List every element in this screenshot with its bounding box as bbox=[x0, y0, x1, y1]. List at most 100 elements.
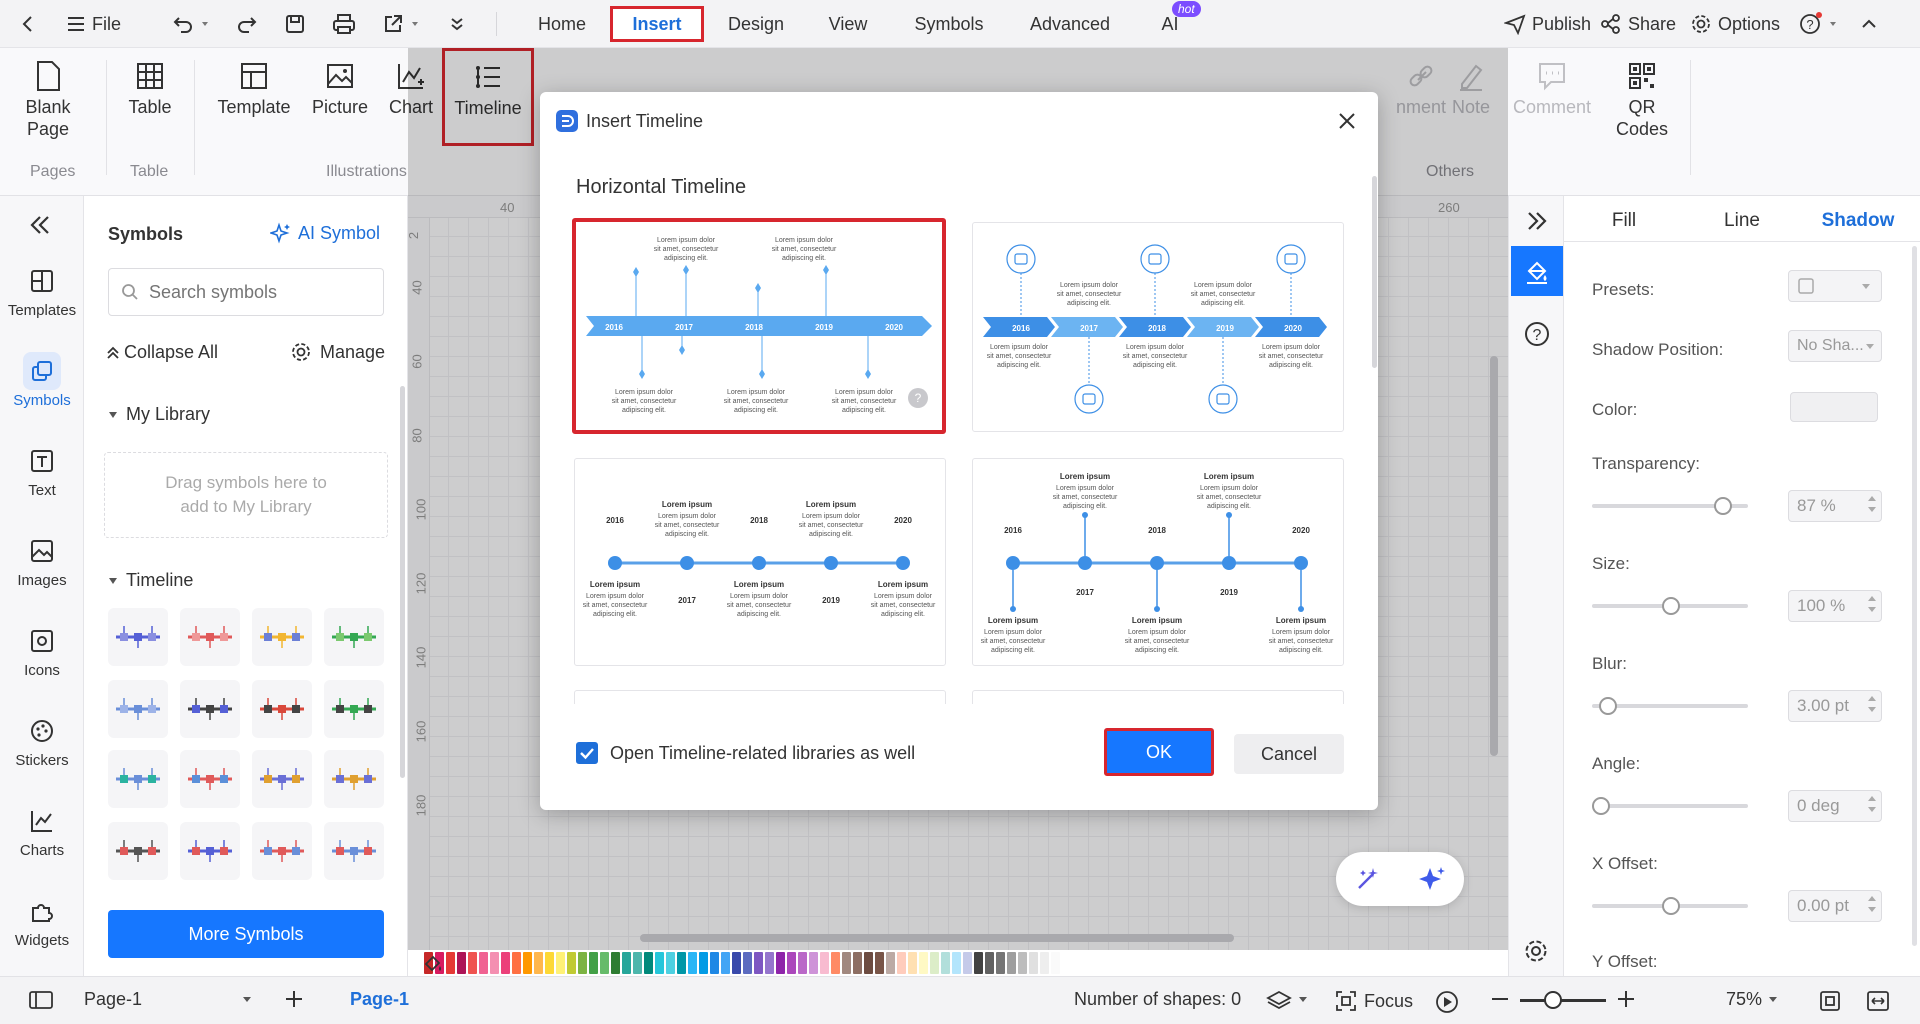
timeline-symbol-thumbnail[interactable] bbox=[252, 680, 312, 738]
angle-field[interactable]: 0 deg bbox=[1788, 790, 1882, 822]
collapse-all-button[interactable]: Collapse All bbox=[106, 342, 218, 363]
color-swatch[interactable] bbox=[622, 952, 631, 974]
blur-slider[interactable] bbox=[1592, 697, 1748, 715]
style-panel-button[interactable] bbox=[1511, 246, 1563, 296]
picture-button[interactable]: Picture bbox=[310, 60, 370, 118]
zoom-slider[interactable] bbox=[1520, 991, 1606, 1009]
more-symbols-button[interactable]: More Symbols bbox=[108, 910, 384, 958]
timeline-template-2[interactable]: 2016 2017 2018 2019 2020 Lorem ipsum dolor sit… bbox=[972, 222, 1344, 432]
ai-symbol-button[interactable]: AI Symbol bbox=[270, 222, 380, 244]
timeline-template-3[interactable]: 2016 2017 2018 2019 2020 Lorem ipsum Lorem ips… bbox=[574, 458, 946, 666]
timeline-symbol-thumbnail[interactable] bbox=[108, 608, 168, 666]
color-swatch[interactable] bbox=[611, 952, 620, 974]
fill-bucket-icon[interactable] bbox=[422, 952, 444, 974]
publish-button[interactable]: Publish bbox=[1504, 8, 1591, 40]
transparency-slider[interactable] bbox=[1592, 497, 1748, 515]
search-box[interactable] bbox=[108, 268, 384, 316]
zoom-in-button[interactable] bbox=[1616, 989, 1636, 1009]
more-tools-button[interactable] bbox=[448, 8, 466, 40]
color-palette[interactable] bbox=[424, 952, 1488, 974]
template-button[interactable]: Template bbox=[214, 60, 294, 118]
cancel-button[interactable]: Cancel bbox=[1234, 734, 1344, 774]
x-offset-field[interactable]: 0.00 pt bbox=[1788, 890, 1882, 922]
timeline-template-1[interactable]: 2016 2017 2018 2019 2020 Lorem ipsum dolor sit… bbox=[572, 218, 946, 434]
color-swatch[interactable] bbox=[1018, 952, 1027, 974]
timeline-symbol-thumbnail[interactable] bbox=[252, 750, 312, 808]
color-swatch[interactable] bbox=[633, 952, 642, 974]
size-slider[interactable] bbox=[1592, 597, 1748, 615]
color-swatch[interactable] bbox=[523, 952, 532, 974]
angle-slider[interactable] bbox=[1592, 797, 1748, 815]
timeline-symbol-thumbnail[interactable] bbox=[252, 608, 312, 666]
ai-sparkle-icon[interactable] bbox=[1417, 864, 1447, 894]
color-swatch[interactable] bbox=[919, 952, 928, 974]
color-swatch[interactable] bbox=[1040, 952, 1049, 974]
color-swatch[interactable] bbox=[765, 952, 774, 974]
fit-width-button[interactable] bbox=[1866, 989, 1890, 1013]
tab-fill[interactable]: Fill bbox=[1572, 210, 1676, 232]
nav-templates[interactable]: Templates bbox=[0, 262, 84, 319]
color-swatch[interactable] bbox=[468, 952, 477, 974]
dialog-scrollbar[interactable] bbox=[1372, 176, 1377, 368]
color-swatch[interactable] bbox=[545, 952, 554, 974]
color-swatch[interactable] bbox=[941, 952, 950, 974]
color-swatch[interactable] bbox=[1051, 952, 1060, 974]
tab-home[interactable]: Home bbox=[530, 6, 594, 42]
color-swatch[interactable] bbox=[688, 952, 697, 974]
zoom-out-button[interactable] bbox=[1490, 989, 1510, 1009]
file-menu[interactable]: File bbox=[66, 8, 121, 40]
zoom-slider-knob[interactable] bbox=[1544, 991, 1562, 1009]
timeline-symbol-thumbnail[interactable] bbox=[108, 822, 168, 880]
timeline-symbol-thumbnail[interactable] bbox=[108, 680, 168, 738]
help-button[interactable]: ? bbox=[1798, 8, 1838, 40]
color-swatch[interactable] bbox=[776, 952, 785, 974]
slider-knob[interactable] bbox=[1713, 497, 1732, 515]
add-page-button[interactable] bbox=[284, 989, 304, 1009]
back-icon[interactable] bbox=[18, 8, 38, 40]
color-swatch[interactable] bbox=[897, 952, 906, 974]
timeline-symbol-thumbnail[interactable] bbox=[324, 608, 384, 666]
tab-view[interactable]: View bbox=[820, 6, 876, 42]
comment-button[interactable]: Comment bbox=[1512, 60, 1592, 118]
page-selector[interactable]: Page-1 bbox=[84, 989, 252, 1010]
timeline-symbol-thumbnail[interactable] bbox=[324, 750, 384, 808]
my-library-header[interactable]: My Library bbox=[108, 404, 210, 425]
panel-scrollbar[interactable] bbox=[1912, 246, 1917, 946]
shadow-position-dropdown[interactable]: No Sha... bbox=[1788, 330, 1882, 362]
color-swatch[interactable] bbox=[875, 952, 884, 974]
color-swatch[interactable] bbox=[666, 952, 675, 974]
timeline-symbol-thumbnail[interactable] bbox=[180, 822, 240, 880]
nav-symbols[interactable]: Symbols bbox=[0, 352, 84, 409]
timeline-symbol-thumbnail[interactable] bbox=[180, 680, 240, 738]
help-panel-button[interactable]: ? bbox=[1523, 320, 1551, 348]
undo-button[interactable] bbox=[172, 8, 210, 40]
color-swatch[interactable] bbox=[710, 952, 719, 974]
tab-symbols[interactable]: Symbols bbox=[904, 6, 994, 42]
tab-shadow[interactable]: Shadow bbox=[1806, 210, 1910, 232]
play-button[interactable] bbox=[1434, 989, 1460, 1015]
manage-button[interactable]: Manage bbox=[290, 341, 385, 363]
timeline-symbol-thumbnail[interactable] bbox=[324, 680, 384, 738]
timeline-symbol-thumbnail[interactable] bbox=[252, 822, 312, 880]
save-button[interactable] bbox=[284, 8, 306, 40]
color-swatch[interactable] bbox=[534, 952, 543, 974]
export-button[interactable] bbox=[382, 8, 420, 40]
checkbox-checked-icon[interactable] bbox=[576, 742, 598, 764]
slider-knob[interactable] bbox=[1662, 897, 1680, 915]
my-library-dropzone[interactable]: Drag symbols here to add to My Library bbox=[104, 452, 388, 538]
magic-wand-icon[interactable] bbox=[1354, 865, 1382, 893]
color-swatch[interactable] bbox=[721, 952, 730, 974]
color-swatch[interactable] bbox=[963, 952, 972, 974]
color-swatch[interactable] bbox=[974, 952, 983, 974]
collapse-panel-button[interactable] bbox=[28, 214, 52, 236]
timeline-template-4[interactable]: 2016 2017 2018 2019 2020 Lorem ipsum Lorem ips… bbox=[972, 458, 1344, 666]
page-panel-toggle[interactable] bbox=[28, 989, 54, 1011]
shadow-color-picker[interactable] bbox=[1790, 392, 1878, 422]
color-swatch[interactable] bbox=[1029, 952, 1038, 974]
ok-button[interactable]: OK bbox=[1104, 728, 1214, 776]
zoom-level-dropdown[interactable]: 75% bbox=[1726, 989, 1778, 1010]
print-button[interactable] bbox=[332, 8, 356, 40]
focus-button[interactable]: Focus bbox=[1334, 989, 1413, 1013]
options-button[interactable]: Options bbox=[1690, 8, 1780, 40]
color-swatch[interactable] bbox=[798, 952, 807, 974]
